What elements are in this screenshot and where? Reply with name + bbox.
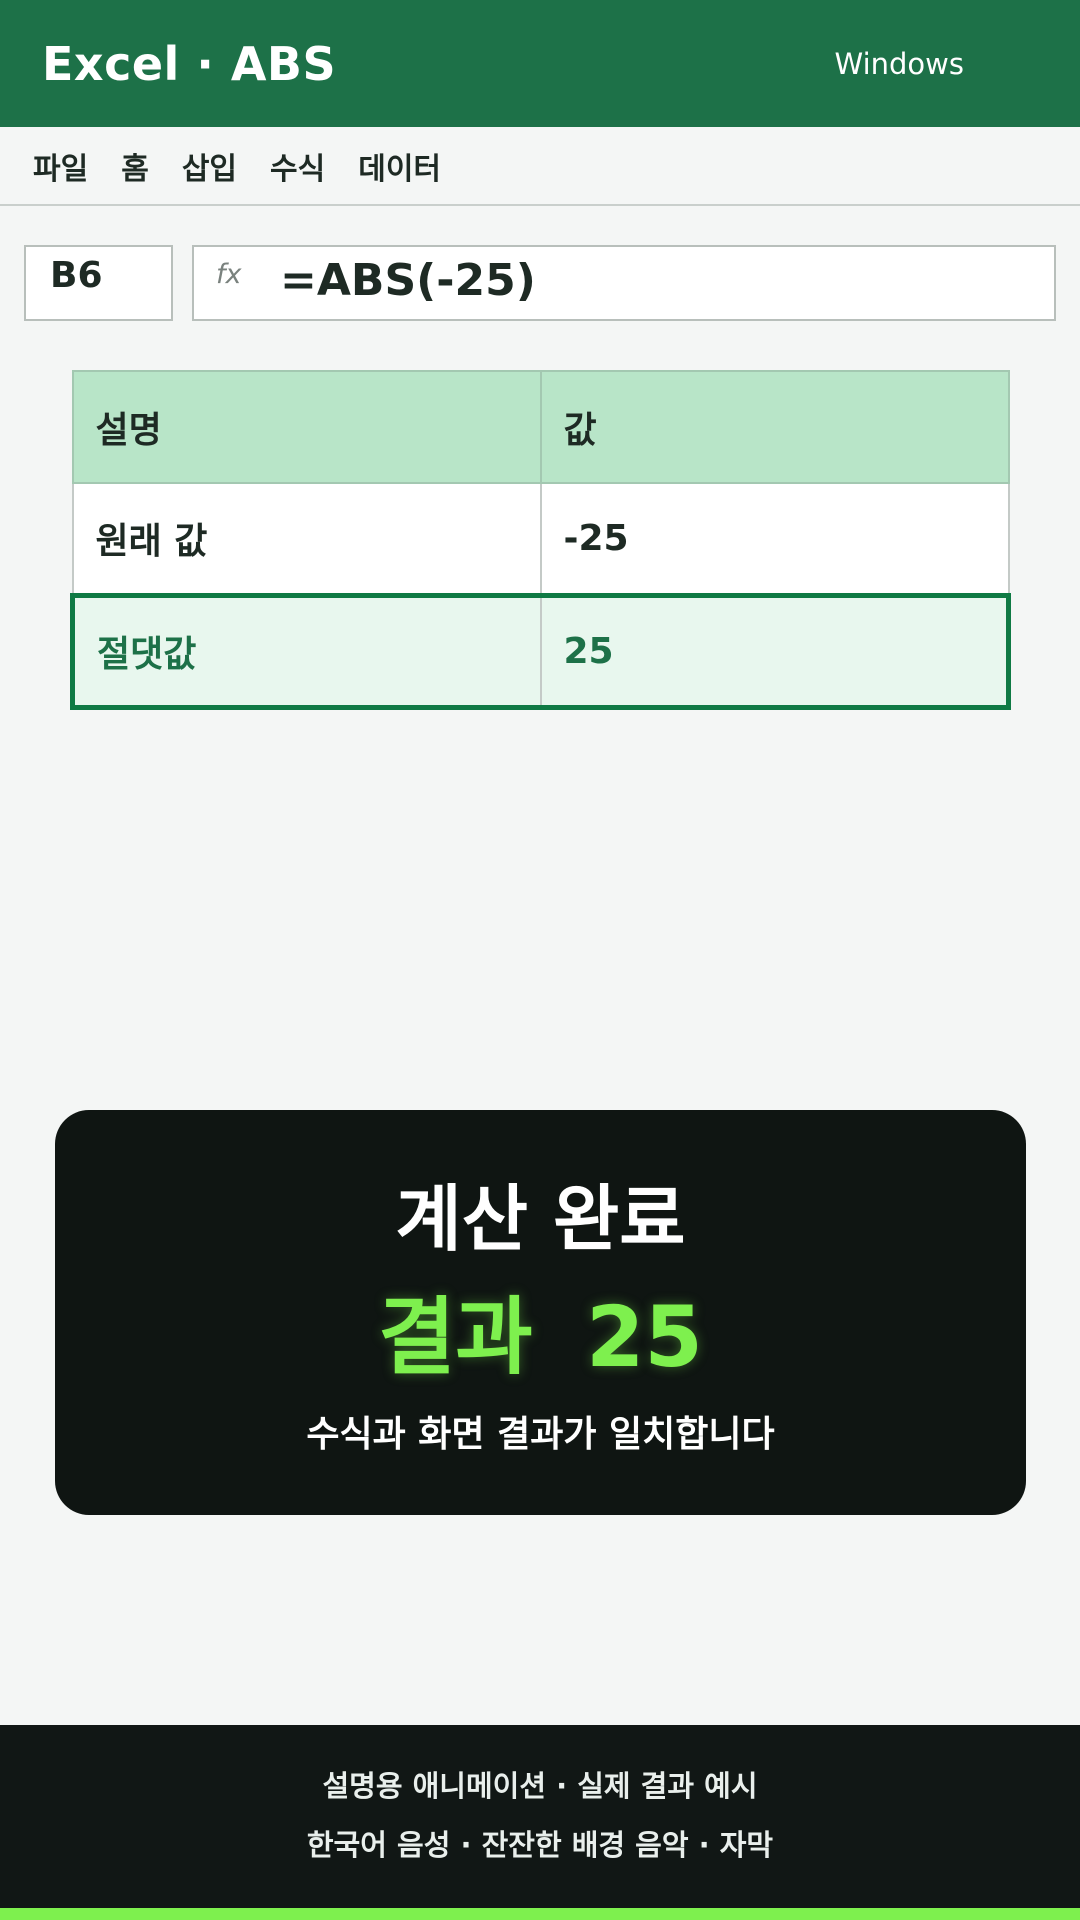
cell-absolute-value[interactable]: 25 <box>539 592 1011 710</box>
formula-bar[interactable]: fx =ABS(-25) <box>192 245 1056 321</box>
footer-accent-bar <box>0 1908 1080 1920</box>
tab-file[interactable]: 파일 <box>33 144 88 188</box>
table-row-selected: 절댓값 25 <box>70 592 1011 710</box>
tab-insert[interactable]: 삽입 <box>182 144 237 188</box>
result-note: 수식과 화면 결과가 일치합니다 <box>306 1414 775 1455</box>
formula-text[interactable]: =ABS(-25) <box>280 255 536 306</box>
page: Excel · ABS Windows 파일 홈 삽입 수식 데이터 B6 fx… <box>0 0 1080 1920</box>
os-label: Windows <box>834 46 964 81</box>
result-card-title: 계산 완료 <box>395 1177 686 1261</box>
footer-line-2: 한국어 음성 · 잔잔한 배경 음악 · 자막 <box>306 1828 774 1862</box>
result-label: 결과 <box>378 1288 533 1386</box>
name-box[interactable]: B6 <box>24 245 173 321</box>
title-bar: Excel · ABS Windows <box>0 0 1080 127</box>
tab-home[interactable]: 홈 <box>121 144 149 188</box>
app-title: Excel · ABS <box>42 36 337 91</box>
tab-formulas[interactable]: 수식 <box>270 144 325 188</box>
header-cell-value[interactable]: 값 <box>539 370 1010 484</box>
ribbon-tabs: 파일 홈 삽입 수식 데이터 <box>0 127 1080 206</box>
footer-line-1: 설명용 애니메이션 · 실제 결과 예시 <box>322 1769 758 1803</box>
result-line: 결과 25 <box>55 1270 1026 1391</box>
table-row: 원래 값 -25 <box>71 482 1010 596</box>
fx-icon: fx <box>216 259 242 290</box>
footer: 설명용 애니메이션 · 실제 결과 예시 한국어 음성 · 잔잔한 배경 음악 … <box>0 1725 1080 1920</box>
result-card: 계산 완료 결과 25 수식과 화면 결과가 일치합니다 <box>55 1110 1026 1515</box>
header-cell-description[interactable]: 설명 <box>71 370 542 484</box>
header-row: 설명 값 <box>71 370 1010 484</box>
sheet-table: 설명 값 원래 값 -25 절댓값 25 <box>70 370 1011 710</box>
result-value: 25 <box>585 1288 703 1386</box>
cell-original-label[interactable]: 원래 값 <box>71 482 542 596</box>
tab-data[interactable]: 데이터 <box>358 144 441 188</box>
cell-original-value[interactable]: -25 <box>539 482 1010 596</box>
cell-absolute-label[interactable]: 절댓값 <box>70 592 542 710</box>
